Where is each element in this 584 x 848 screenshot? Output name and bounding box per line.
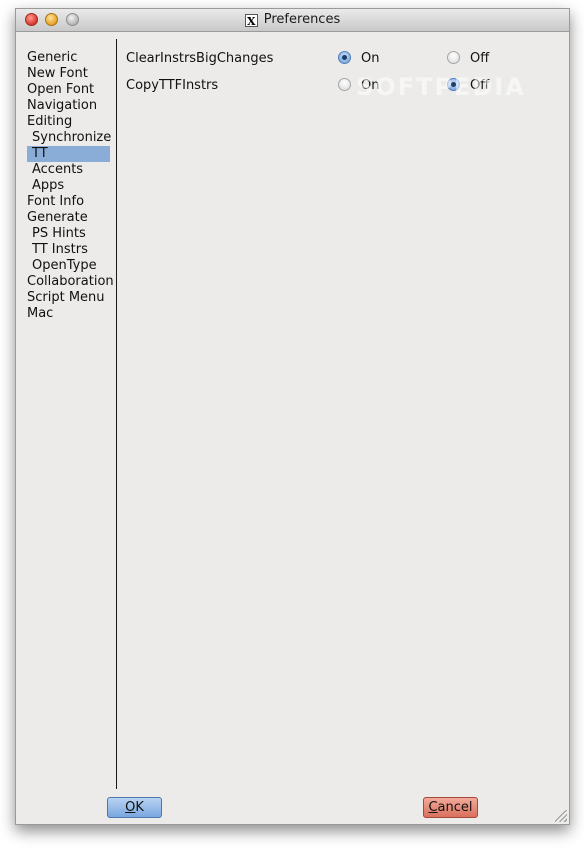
- window-title-wrap: X Preferences: [16, 9, 569, 31]
- sidebar-item-generate[interactable]: Generate: [27, 210, 110, 226]
- ok-button[interactable]: OK: [107, 797, 162, 818]
- radio-unchecked-icon[interactable]: [447, 51, 460, 64]
- clear-instrs-off-radio[interactable]: Off: [447, 50, 489, 68]
- copy-ttf-instrs-off-radio[interactable]: Off: [447, 77, 489, 95]
- cancel-mnemonic: C: [428, 800, 438, 815]
- sidebar-item-script-menu[interactable]: Script Menu: [27, 290, 110, 306]
- radio-checked-icon[interactable]: [447, 78, 460, 91]
- title-bar[interactable]: X Preferences: [16, 9, 569, 32]
- sidebar-item-synchronize[interactable]: Synchronize: [27, 130, 111, 146]
- copy-ttf-instrs-on-radio[interactable]: On: [338, 77, 379, 95]
- sidebar-item-editing[interactable]: Editing: [27, 114, 110, 130]
- sidebar-item-tt-instrs[interactable]: TT Instrs: [27, 242, 110, 258]
- sidebar-item-collaboration[interactable]: Collaboration: [27, 274, 114, 290]
- radio-label: Off: [470, 51, 490, 66]
- pane-divider: [116, 39, 117, 789]
- sidebar-item-tt[interactable]: TT: [27, 146, 110, 162]
- cancel-label-rest: ancel: [437, 800, 473, 815]
- resize-grip-icon[interactable]: [555, 810, 567, 822]
- cancel-button[interactable]: Cancel: [423, 797, 478, 818]
- radio-unchecked-icon[interactable]: [338, 78, 351, 91]
- radio-label: On: [361, 51, 380, 66]
- sidebar-item-generic[interactable]: Generic: [27, 50, 110, 66]
- preferences-window: X Preferences Generic New Font Open Font …: [15, 8, 570, 825]
- sidebar-item-ps-hints[interactable]: PS Hints: [27, 226, 110, 242]
- sidebar-item-navigation[interactable]: Navigation: [27, 98, 110, 114]
- x11-icon: X: [244, 14, 258, 28]
- ok-label-rest: K: [135, 800, 144, 815]
- radio-checked-icon[interactable]: [338, 51, 351, 64]
- ok-mnemonic: O: [125, 800, 136, 815]
- sidebar-item-new-font[interactable]: New Font: [27, 66, 110, 82]
- preferences-category-list: Generic New Font Open Font Navigation Ed…: [16, 31, 116, 791]
- sidebar-item-font-info[interactable]: Font Info: [27, 194, 110, 210]
- radio-label: Off: [470, 78, 490, 93]
- softpedia-watermark: SOFTPEDIA: [356, 73, 526, 101]
- radio-label: On: [361, 78, 380, 93]
- option-label-copy-ttf-instrs: CopyTTFInstrs: [126, 78, 219, 93]
- sidebar-item-mac[interactable]: Mac: [27, 306, 110, 322]
- window-title: Preferences: [263, 12, 341, 27]
- option-label-clear-instrs-big-changes: ClearInstrsBigChanges: [126, 51, 274, 66]
- sidebar-item-accents[interactable]: Accents: [27, 162, 110, 178]
- clear-instrs-on-radio[interactable]: On: [338, 50, 379, 68]
- sidebar-item-open-font[interactable]: Open Font: [27, 82, 110, 98]
- sidebar-item-apps[interactable]: Apps: [27, 178, 110, 194]
- sidebar-item-opentype[interactable]: OpenType: [27, 258, 110, 274]
